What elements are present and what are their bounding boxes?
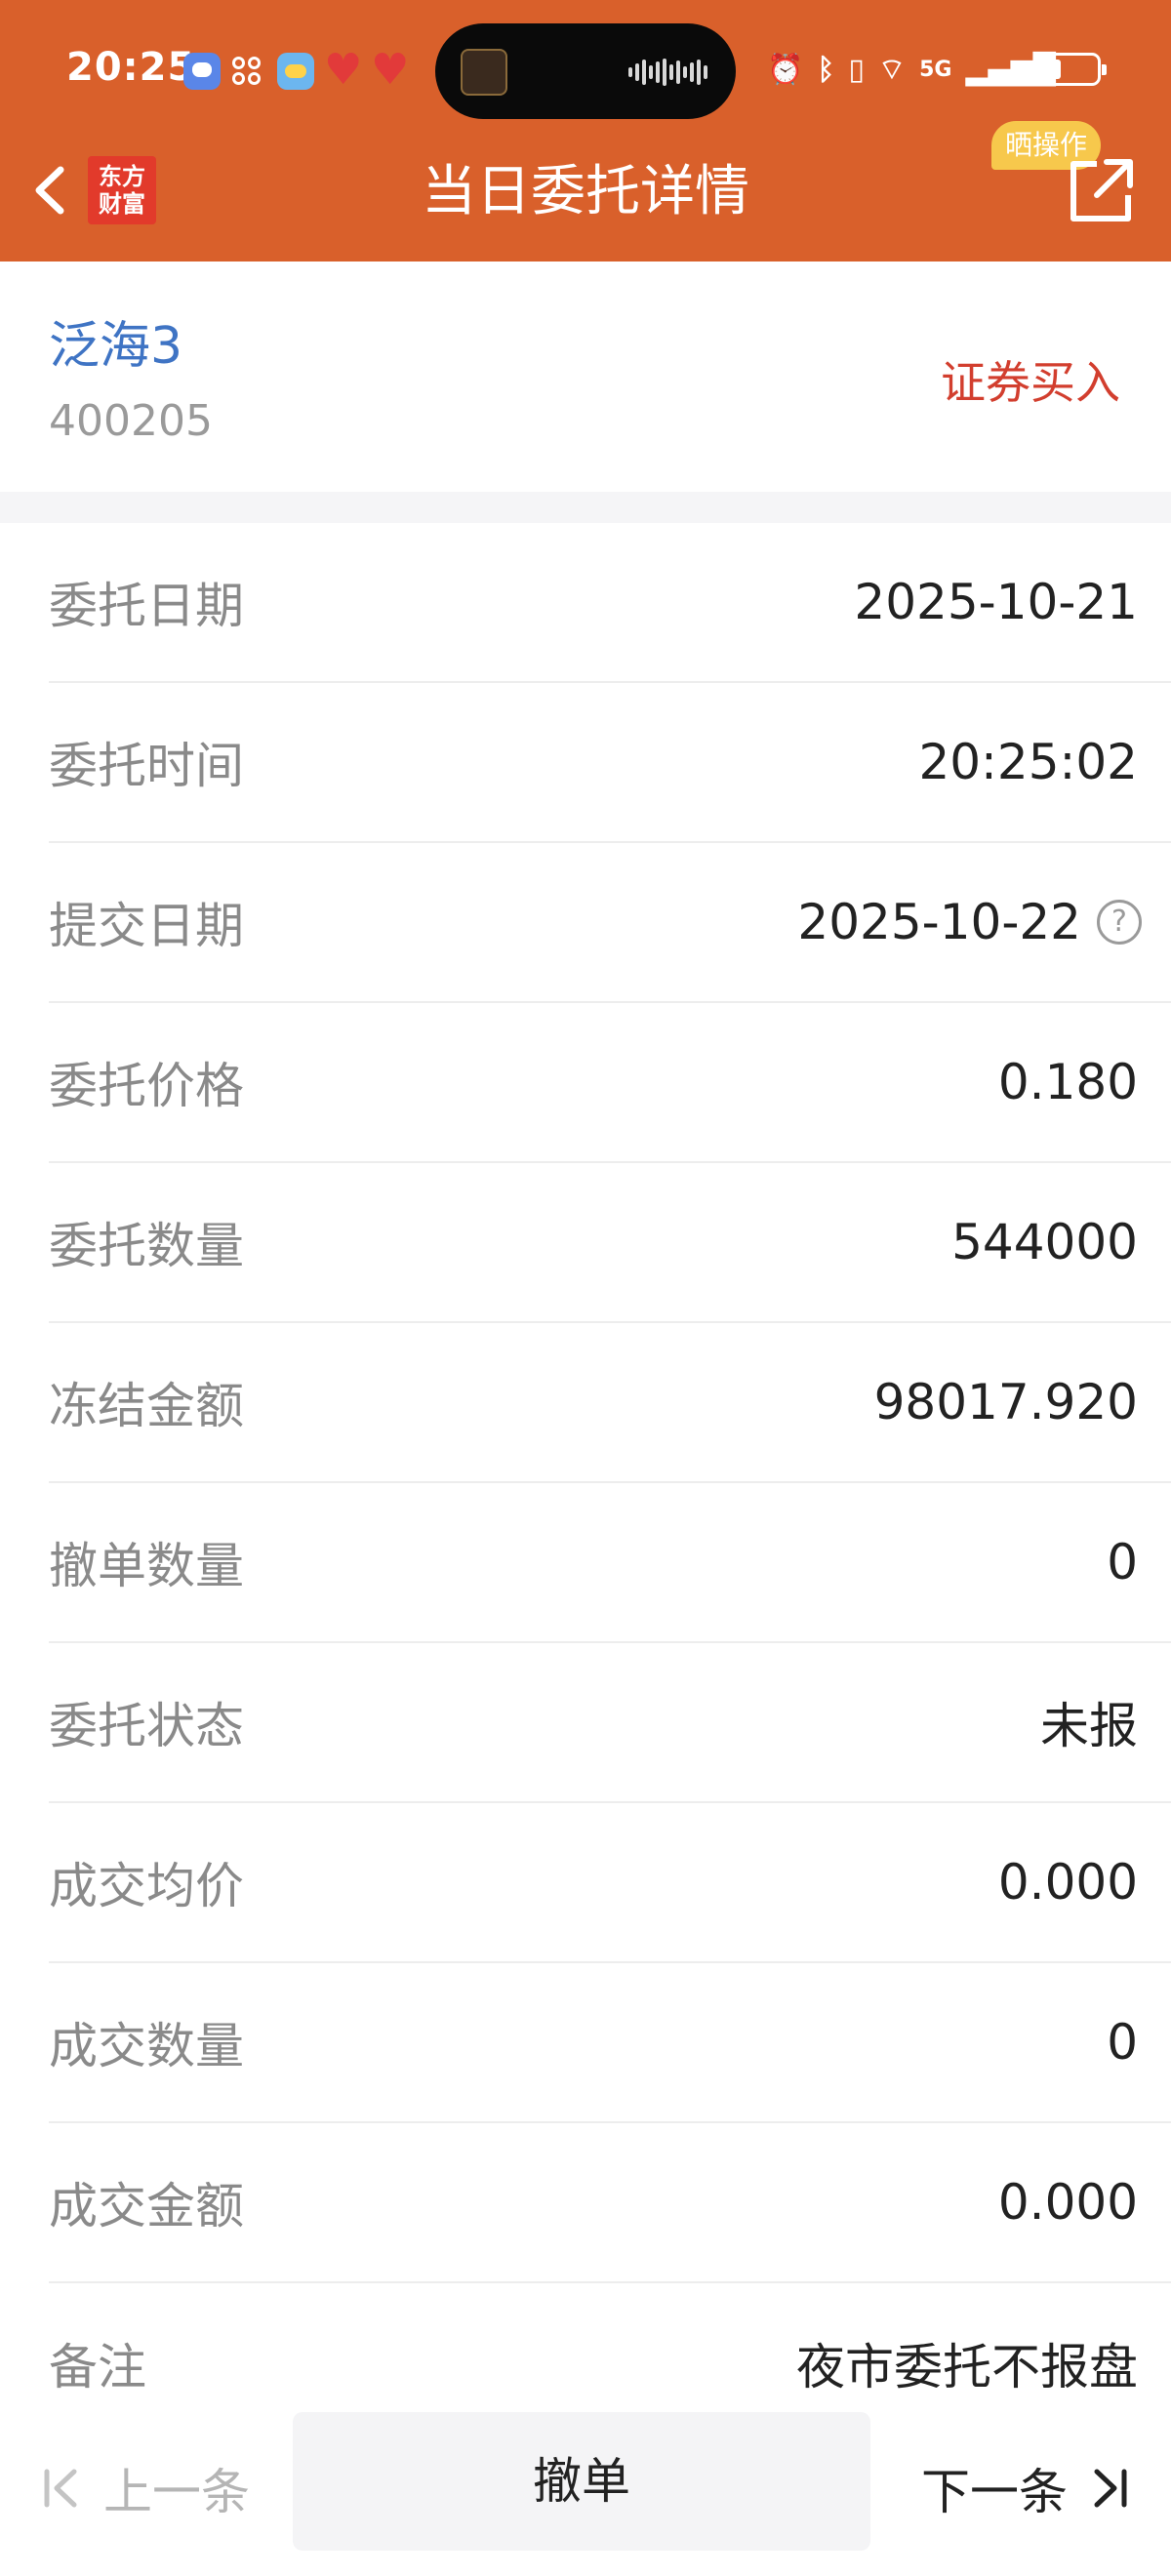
row-value: 98017.920 (873, 1374, 1138, 1430)
detail-row-avg-price: 成交均价 0.000 (49, 1803, 1171, 1963)
row-label: 委托价格 (49, 1058, 244, 1114)
help-icon[interactable]: ? (1097, 900, 1142, 945)
detail-list: 委托日期 2025-10-21 委托时间 20:25:02 提交日期 2025-… (0, 523, 1171, 2443)
vibrate-icon: ▯ (848, 53, 865, 87)
row-value: 0 (1107, 2014, 1138, 2071)
wifi-icon: ⌔ (877, 53, 907, 87)
row-value: 20:25:02 (918, 734, 1138, 790)
stock-name[interactable]: 泛海3 (49, 304, 182, 378)
row-value: 0.180 (997, 1054, 1138, 1110)
detail-row-order-date: 委托日期 2025-10-21 (49, 523, 1171, 683)
section-divider (0, 492, 1171, 523)
row-label: 备注 (49, 2339, 146, 2395)
dynamic-island[interactable] (435, 23, 736, 119)
weather-icon (277, 53, 314, 90)
stock-code: 400205 (49, 396, 213, 446)
cancel-order-button[interactable]: 撤单 (293, 2412, 870, 2551)
skip-previous-icon (44, 2469, 77, 2508)
previous-label: 上一条 (103, 2464, 250, 2520)
stock-card: 泛海3 400205 证券买入 (0, 262, 1171, 492)
row-label: 委托状态 (49, 1698, 244, 1754)
detail-row-submit-date: 提交日期 2025-10-22 ? (49, 843, 1171, 1003)
trade-type: 证券买入 (941, 356, 1120, 409)
row-label: 成交均价 (49, 1858, 244, 1914)
detail-row-frozen-amount: 冻结金额 98017.920 (49, 1323, 1171, 1483)
row-value: 0.000 (997, 1854, 1138, 1911)
row-label: 成交数量 (49, 2018, 244, 2074)
row-label: 委托时间 (49, 738, 244, 794)
skip-next-icon (1094, 2469, 1127, 2508)
detail-row-order-quantity: 委托数量 544000 (49, 1163, 1171, 1323)
next-label: 下一条 (921, 2464, 1068, 2520)
row-label: 冻结金额 (49, 1378, 244, 1434)
next-button[interactable]: 下一条 (921, 2449, 1132, 2527)
bluetooth-icon: ᛒ (817, 53, 835, 87)
row-label: 委托日期 (49, 578, 244, 634)
row-label: 提交日期 (49, 898, 244, 954)
row-value: 0.000 (997, 2174, 1138, 2231)
system-icons: ⏰ ᛒ ▯ ⌔ 5G ▂▄▆█ (767, 47, 1056, 94)
row-value: 544000 (951, 1214, 1138, 1270)
row-value: 2025-10-22 (797, 894, 1081, 950)
share-button[interactable] (1064, 154, 1138, 228)
detail-row-cancel-quantity: 撤单数量 0 (49, 1483, 1171, 1643)
row-value: 未报 (1040, 1698, 1138, 1754)
row-label: 委托数量 (49, 1218, 244, 1274)
detail-row-filled-amount: 成交金额 0.000 (49, 2123, 1171, 2283)
alarm-icon: ⏰ (767, 53, 804, 87)
detail-row-order-status: 委托状态 未报 (49, 1643, 1171, 1803)
heart-icon (324, 45, 362, 95)
status-time: 20:25 (66, 45, 196, 90)
5g-signal-icon: 5G (919, 58, 952, 82)
audio-wave-icon (628, 59, 708, 86)
row-label: 撤单数量 (49, 1538, 244, 1594)
previous-button[interactable]: 上一条 (39, 2449, 250, 2527)
media-thumbnail (461, 49, 507, 96)
heart-icon (371, 45, 409, 95)
bottom-action-bar: 上一条 撤单 下一条 (0, 2400, 1171, 2576)
message-icon (183, 53, 221, 90)
share-icon (1070, 159, 1133, 221)
grid-icon (230, 53, 267, 90)
app-header: 20:25 ⏰ ᛒ ▯ ⌔ 5G ▂▄▆█ 东方 财富 当日委托详情 晒操作 (0, 0, 1171, 262)
row-value: 0 (1107, 1534, 1138, 1590)
detail-row-filled-quantity: 成交数量 0 (49, 1963, 1171, 2123)
row-label: 成交金额 (49, 2178, 244, 2234)
detail-row-order-price: 委托价格 0.180 (49, 1003, 1171, 1163)
row-value: 夜市委托不报盘 (796, 2339, 1138, 2395)
battery-icon (1036, 53, 1107, 86)
row-value: 2025-10-21 (854, 574, 1138, 630)
detail-row-order-time: 委托时间 20:25:02 (49, 683, 1171, 843)
